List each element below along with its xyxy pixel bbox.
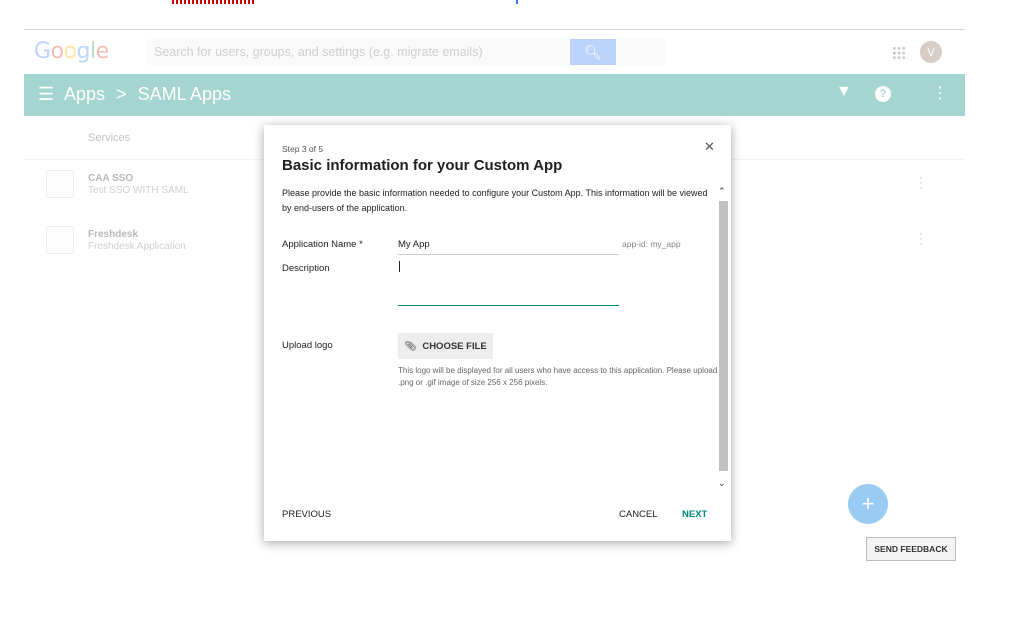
breadcrumb-separator: > xyxy=(116,84,127,104)
previous-button[interactable]: PREVIOUS xyxy=(282,509,331,520)
add-app-fab[interactable]: + xyxy=(848,484,888,524)
apps-grid-icon[interactable] xyxy=(892,46,906,60)
app-bar: ☰ Apps > SAML Apps ▼ ? ⋮ xyxy=(24,74,965,116)
text-cursor-fragment xyxy=(516,0,518,4)
scroll-down-icon[interactable]: ⌄ xyxy=(718,479,726,489)
google-logo[interactable]: Google xyxy=(34,39,109,64)
dialog-scrollbar[interactable]: ⌃ ⌄ xyxy=(718,187,728,489)
app-name-field[interactable] xyxy=(398,235,619,255)
hamburger-menu-icon[interactable]: ☰ xyxy=(38,84,54,105)
choose-file-label: CHOOSE FILE xyxy=(422,340,487,352)
text-caret xyxy=(399,261,400,272)
dialog-body: Please provide the basic information nee… xyxy=(264,181,731,491)
row-more-icon[interactable]: ⋮ xyxy=(914,230,928,247)
send-feedback-button[interactable]: SEND FEEDBACK xyxy=(866,537,956,561)
app-subtitle: Test SSO WITH SAML xyxy=(88,185,189,196)
choose-file-button[interactable]: 📎︎ CHOOSE FILE xyxy=(398,333,493,359)
custom-app-dialog: Step 3 of 5 ✕ Basic information for your… xyxy=(264,125,731,541)
breadcrumb: Apps > SAML Apps xyxy=(64,84,237,105)
app-thumbnail-icon xyxy=(46,226,74,254)
top-search-bar: Google 🔍︎ V xyxy=(24,30,965,74)
description-label: Description xyxy=(282,263,330,274)
app-subtitle: Freshdesk Application xyxy=(88,241,186,252)
app-name: CAA SSO xyxy=(88,173,134,184)
search-button[interactable]: 🔍︎ xyxy=(570,39,616,65)
row-more-icon[interactable]: ⋮ xyxy=(914,174,928,191)
logo-help-text: This logo will be displayed for all user… xyxy=(398,366,724,387)
description-field[interactable] xyxy=(398,258,619,306)
logo-letter: G xyxy=(34,39,51,64)
search-icon: 🔍︎ xyxy=(584,44,602,60)
app-name: Freshdesk xyxy=(88,229,139,240)
more-vert-icon[interactable]: ⋮ xyxy=(932,83,948,103)
scrollbar-thumb[interactable] xyxy=(719,201,728,471)
logo-letter: o xyxy=(63,39,77,64)
dialog-intro-text: Please provide the basic information nee… xyxy=(282,188,708,213)
app-id-text: app-id: my_app xyxy=(622,239,681,249)
attachment-icon: 📎︎ xyxy=(404,340,417,352)
avatar[interactable]: V xyxy=(920,41,942,63)
next-button[interactable]: NEXT xyxy=(682,509,707,520)
breadcrumb-apps[interactable]: Apps xyxy=(64,84,105,104)
breadcrumb-saml-apps: SAML Apps xyxy=(137,84,231,104)
filter-icon[interactable]: ▼ xyxy=(836,83,852,101)
app-name-label: Application Name * xyxy=(282,239,363,250)
scroll-up-icon[interactable]: ⌃ xyxy=(718,187,726,197)
spellcheck-underline xyxy=(172,0,254,4)
cancel-button[interactable]: CANCEL xyxy=(619,509,658,520)
logo-letter: e xyxy=(95,39,110,64)
help-icon[interactable]: ? xyxy=(875,86,891,102)
logo-letter: o xyxy=(50,39,64,64)
dialog-footer: PREVIOUS CANCEL NEXT xyxy=(264,501,731,541)
upload-logo-label: Upload logo xyxy=(282,340,333,351)
dialog-title: Basic information for your Custom App xyxy=(282,157,563,174)
page-top-strip xyxy=(0,0,1020,30)
services-label: Services xyxy=(88,132,131,144)
logo-letter: g xyxy=(76,39,91,64)
app-thumbnail-icon xyxy=(46,170,74,198)
step-indicator: Step 3 of 5 xyxy=(282,144,324,154)
close-icon[interactable]: ✕ xyxy=(704,140,715,155)
